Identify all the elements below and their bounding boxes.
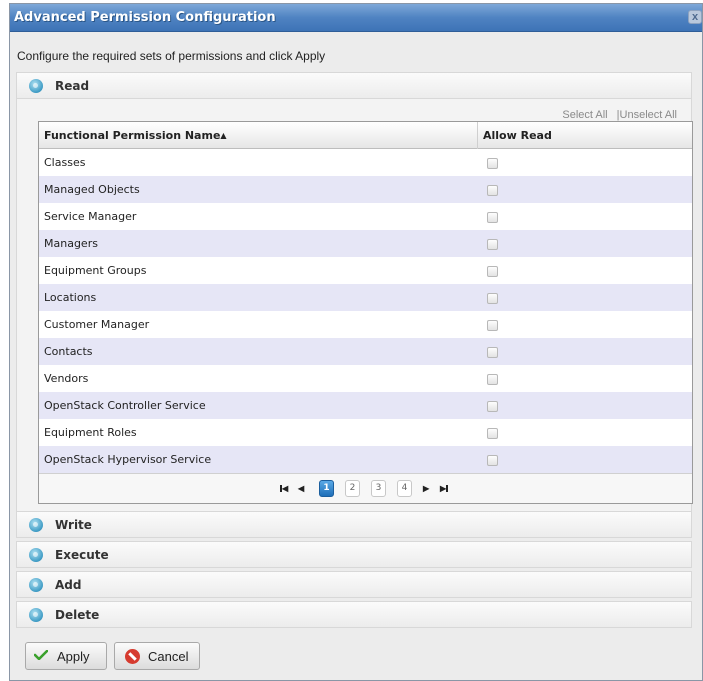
permission-name: Customer Manager bbox=[44, 318, 150, 331]
allow-read-checkbox[interactable] bbox=[487, 212, 498, 223]
allow-read-checkbox[interactable] bbox=[487, 320, 498, 331]
permission-name: Managers bbox=[44, 237, 98, 250]
allow-read-checkbox[interactable] bbox=[487, 374, 498, 385]
permissions-grid: Functional Permission Name▲ Allow Read C… bbox=[38, 121, 693, 504]
page-3-button[interactable]: 3 bbox=[371, 480, 386, 497]
allow-read-checkbox[interactable] bbox=[487, 347, 498, 358]
column-header-allow-read[interactable]: Allow Read bbox=[483, 129, 552, 142]
section-write-label: Write bbox=[55, 518, 92, 532]
close-icon[interactable]: x bbox=[688, 10, 702, 24]
apply-button[interactable]: Apply bbox=[25, 642, 107, 670]
section-delete-label: Delete bbox=[55, 608, 100, 622]
allow-read-checkbox[interactable] bbox=[487, 185, 498, 196]
section-write-header[interactable]: Write bbox=[16, 511, 692, 538]
permission-name: OpenStack Hypervisor Service bbox=[44, 453, 212, 466]
next-page-icon[interactable]: ▶ bbox=[423, 481, 429, 497]
column-header-name[interactable]: Functional Permission Name▲ bbox=[44, 129, 227, 142]
table-row: Equipment Groups bbox=[39, 257, 692, 284]
table-row: Managers bbox=[39, 230, 692, 257]
section-read-header[interactable]: Read bbox=[16, 72, 692, 99]
table-row: Equipment Roles bbox=[39, 419, 692, 446]
last-page-icon[interactable]: ▶ bbox=[440, 481, 449, 497]
column-divider bbox=[477, 122, 478, 149]
section-add-label: Add bbox=[55, 578, 82, 592]
allow-read-checkbox[interactable] bbox=[487, 158, 498, 169]
permission-name: Equipment Groups bbox=[44, 264, 147, 277]
permission-name: Equipment Roles bbox=[44, 426, 137, 439]
unselect-all-link[interactable]: |Unselect All bbox=[617, 109, 677, 121]
page-1-button[interactable]: 1 bbox=[319, 480, 334, 497]
permission-name: Service Manager bbox=[44, 210, 137, 223]
page-2-button[interactable]: 2 bbox=[345, 480, 360, 497]
allow-read-checkbox[interactable] bbox=[487, 266, 498, 277]
table-row: Classes bbox=[39, 149, 692, 176]
table-row: OpenStack Controller Service bbox=[39, 392, 692, 419]
permission-name: Contacts bbox=[44, 345, 93, 358]
allow-read-checkbox[interactable] bbox=[487, 455, 498, 466]
permission-name: Managed Objects bbox=[44, 183, 140, 196]
pagination-bar: ◀ ◀ 1 2 3 4 ▶ ▶ bbox=[39, 473, 692, 503]
dialog-footer: Apply Cancel bbox=[16, 631, 692, 677]
cancel-icon bbox=[125, 649, 140, 664]
section-delete-header[interactable]: Delete bbox=[16, 601, 692, 628]
grid-rows: Classes Managed Objects Service Manager Man… bbox=[39, 149, 692, 473]
expand-circle-icon bbox=[29, 79, 43, 93]
grid-header: Functional Permission Name▲ Allow Read bbox=[39, 122, 692, 149]
expand-circle-icon bbox=[29, 548, 43, 562]
table-row: Vendors bbox=[39, 365, 692, 392]
read-panel: Select All |Unselect All Functional Perm… bbox=[16, 99, 693, 511]
checkmark-icon bbox=[34, 650, 48, 660]
allow-read-checkbox[interactable] bbox=[487, 293, 498, 304]
table-row: Locations bbox=[39, 284, 692, 311]
cancel-button[interactable]: Cancel bbox=[114, 642, 200, 670]
expand-circle-icon bbox=[29, 578, 43, 592]
expand-circle-icon bbox=[29, 518, 43, 532]
first-page-icon[interactable]: ◀ bbox=[280, 481, 288, 497]
section-read-label: Read bbox=[55, 79, 90, 93]
select-all-link[interactable]: Select All bbox=[562, 109, 607, 121]
prev-page-icon[interactable]: ◀ bbox=[298, 481, 304, 497]
dialog-title-bar: Advanced Permission Configuration x bbox=[10, 4, 702, 32]
table-row: OpenStack Hypervisor Service bbox=[39, 446, 692, 473]
column-header-name-label: Functional Permission Name bbox=[44, 129, 221, 142]
dialog-title: Advanced Permission Configuration bbox=[14, 10, 276, 25]
selection-links: Select All |Unselect All bbox=[17, 109, 677, 121]
sort-ascending-icon: ▲ bbox=[220, 131, 227, 140]
page-4-button[interactable]: 4 bbox=[397, 480, 412, 497]
table-row: Contacts bbox=[39, 338, 692, 365]
table-row: Managed Objects bbox=[39, 176, 692, 203]
section-add-header[interactable]: Add bbox=[16, 571, 692, 598]
allow-read-checkbox[interactable] bbox=[487, 239, 498, 250]
section-execute-header[interactable]: Execute bbox=[16, 541, 692, 568]
cancel-button-label: Cancel bbox=[148, 649, 189, 664]
allow-read-checkbox[interactable] bbox=[487, 401, 498, 412]
allow-read-checkbox[interactable] bbox=[487, 428, 498, 439]
section-execute-label: Execute bbox=[55, 548, 109, 562]
table-row: Customer Manager bbox=[39, 311, 692, 338]
table-row: Service Manager bbox=[39, 203, 692, 230]
apply-button-label: Apply bbox=[57, 649, 90, 664]
permission-name: Locations bbox=[44, 291, 97, 304]
permission-name: Classes bbox=[44, 156, 86, 169]
permission-name: OpenStack Controller Service bbox=[44, 399, 206, 412]
expand-circle-icon bbox=[29, 608, 43, 622]
intro-text: Configure the required sets of permissio… bbox=[17, 49, 326, 63]
permission-name: Vendors bbox=[44, 372, 89, 385]
